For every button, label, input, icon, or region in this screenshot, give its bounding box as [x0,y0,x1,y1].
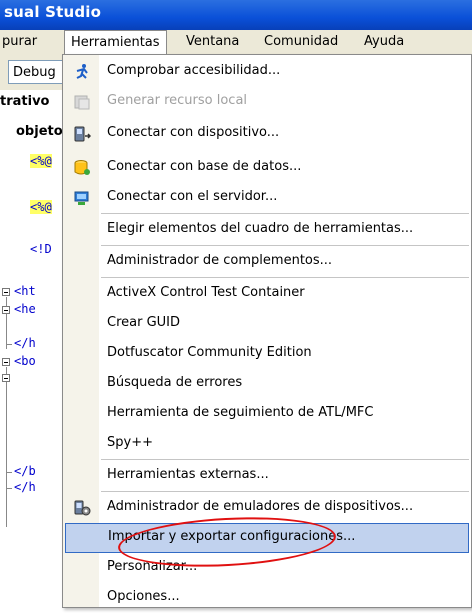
menu-item-label: Crear GUID [107,315,181,330]
title-bar: sual Studio [0,0,472,30]
code-line: <%@ [30,200,52,214]
collapse-icon[interactable] [2,374,10,382]
emulator-icon [74,500,91,516]
code-line: </h [14,336,36,350]
document-tab[interactable]: objeto [16,124,64,139]
menu-item-check-accessibility[interactable]: Comprobar accesibilidad... [63,57,471,87]
menu-item-label: Generar recurso local [107,93,248,108]
menu-bar: purar Herramientas Ventana Comunidad Ayu… [0,30,472,54]
menu-separator [101,245,469,246]
menu-ayuda[interactable]: Ayuda [364,34,404,49]
fold-guide [6,488,12,489]
menu-ventana[interactable]: Ventana [186,34,239,49]
menu-item-connect-database[interactable]: Conectar con base de datos... [63,153,471,183]
menu-item-connect-server[interactable]: Conectar con el servidor... [63,183,471,213]
menu-item-label: Administrador de emuladores de dispositi… [107,499,414,514]
code-line: <ht [14,284,36,298]
menu-item-label: Herramientas externas... [107,467,269,482]
fold-guide [6,472,12,473]
menu-item-dotfuscator[interactable]: Dotfuscator Community Edition [63,339,471,369]
menu-item-label: Elegir elementos del cuadro de herramien… [107,221,414,236]
server-icon [74,191,89,205]
menu-item-label: Conectar con el servidor... [107,189,278,204]
menu-item-label: Conectar con base de datos... [107,159,302,174]
menu-item-label: Dotfuscator Community Edition [107,345,312,360]
fold-guide [6,344,12,345]
resource-icon [74,95,90,110]
menu-item-label: Búsqueda de errores [107,375,243,390]
menu-depurar[interactable]: purar [2,34,37,49]
menu-item-choose-toolbox-items[interactable]: Elegir elementos del cuadro de herramien… [63,215,471,245]
collapse-icon[interactable] [2,306,10,314]
menu-item-atl-mfc-trace-tool[interactable]: Herramienta de seguimiento de ATL/MFC [63,399,471,429]
menu-separator [101,459,469,460]
code-line: <%@ [30,154,52,168]
device-icon [74,126,91,142]
menu-item-activex-test-container[interactable]: ActiveX Control Test Container [63,279,471,309]
code-line: </b [14,464,36,478]
code-editor[interactable]: <%@ <%@ <!D <ht <he </h <bo </b </h [0,150,66,608]
code-line: <!D [30,242,52,256]
menu-separator [101,213,469,214]
menu-item-addin-manager[interactable]: Administrador de complementos... [63,247,471,277]
menu-item-label: Conectar con dispositivo... [107,125,280,140]
menu-item-options[interactable]: Opciones... [63,583,471,613]
solution-config-dropdown[interactable]: Debug [8,60,64,84]
menu-comunidad[interactable]: Comunidad [264,34,338,49]
fold-guide [6,367,7,527]
menu-item-create-guid[interactable]: Crear GUID [63,309,471,339]
menu-item-label: Opciones... [107,589,180,604]
menu-item-connect-device[interactable]: Conectar con dispositivo... [63,119,471,149]
accessibility-icon [76,64,88,79]
menu-item-label: Comprobar accesibilidad... [107,63,281,78]
menu-item-error-lookup[interactable]: Búsqueda de errores [63,369,471,399]
code-line: <bo [14,354,36,368]
toolbar: Debug [0,54,66,90]
fold-guide [6,315,7,344]
collapse-icon[interactable] [2,288,10,296]
menu-item-spy[interactable]: Spy++ [63,429,471,459]
database-icon [74,160,90,175]
panel-title: trativo [0,94,50,109]
window-title: sual Studio [4,3,102,21]
menu-item-external-tools[interactable]: Herramientas externas... [63,461,471,491]
menu-item-label: Herramienta de seguimiento de ATL/MFC [107,405,374,420]
menu-item-label: ActiveX Control Test Container [107,285,305,300]
menu-item-label: Administrador de complementos... [107,253,333,268]
menu-separator [101,277,469,278]
code-line: </h [14,480,36,494]
code-line: <he [14,302,36,316]
menu-item-label: Spy++ [107,435,153,450]
menu-item-generate-local-resource: Generar recurso local [63,87,471,117]
collapse-icon[interactable] [2,358,10,366]
menu-separator [101,491,469,492]
menu-herramientas[interactable]: Herramientas [64,30,167,54]
